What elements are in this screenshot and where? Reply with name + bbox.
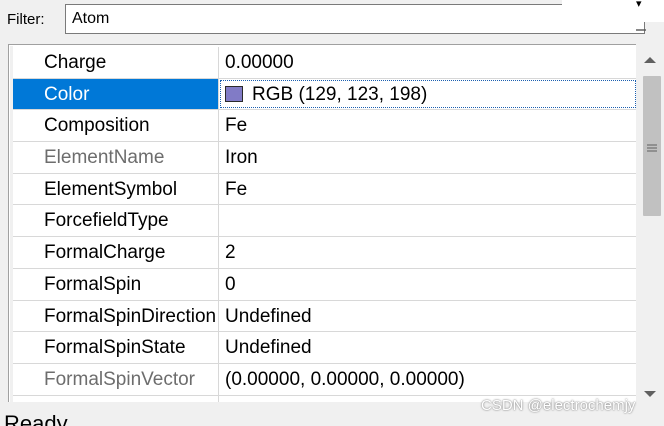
property-row[interactable]: FormalCharge 2: [13, 237, 637, 269]
property-value-text: 0: [225, 273, 236, 295]
property-name[interactable]: FormalSpinState: [13, 332, 219, 363]
property-value-text: Undefined: [225, 305, 312, 327]
overlay-panel: ▾: [562, 0, 664, 22]
filter-bar: Filter: Atom ▾: [0, 0, 664, 42]
property-name[interactable]: Color: [13, 78, 219, 110]
property-name[interactable]: FormalSpinDirection: [13, 300, 219, 332]
property-row[interactable]: FormalSpinDirection Undefined: [13, 300, 637, 333]
property-row[interactable]: Charge 0.00000: [13, 47, 637, 79]
property-value[interactable]: Undefined: [219, 301, 637, 332]
property-name[interactable]: Charge: [13, 47, 219, 78]
property-value[interactable]: RGB (129, 123, 198): [219, 79, 637, 110]
property-name[interactable]: Composition: [13, 110, 219, 142]
property-row[interactable]: FormalSpin 0: [13, 268, 637, 301]
property-value: (0.00000, 0.00000, 0.00000): [219, 364, 637, 395]
property-row[interactable]: ElementName Iron: [13, 142, 637, 174]
property-name[interactable]: ElementSymbol: [13, 173, 219, 205]
filter-label: Filter:: [7, 11, 45, 28]
property-value-text: 2: [225, 242, 236, 264]
arrow-up-icon[interactable]: [636, 48, 664, 72]
property-value[interactable]: Fe: [219, 174, 637, 205]
filter-input[interactable]: Atom: [65, 4, 645, 34]
property-value-text: 0.00000: [225, 52, 294, 73]
overlay-mark: ▾: [636, 0, 642, 10]
property-value-text: Iron: [225, 147, 258, 169]
property-value-text: (0.00000, 0.00000, 0.00000): [225, 368, 465, 390]
property-value[interactable]: 0: [219, 269, 637, 300]
property-value[interactable]: Fe: [219, 110, 637, 141]
property-row[interactable]: FormalSpinState Undefined: [13, 332, 637, 364]
property-value-text: Fe: [225, 115, 248, 137]
property-name[interactable]: FormalSpinVector: [13, 363, 219, 395]
property-value-text: Undefined: [225, 337, 312, 359]
grip-icon: [647, 144, 657, 152]
property-value[interactable]: 0.00000: [219, 47, 637, 78]
watermark: CSDN @electrochemjy: [481, 397, 636, 414]
property-name[interactable]: ElementName: [13, 142, 219, 173]
scrollbar-thumb[interactable]: [643, 76, 661, 216]
property-value-text: Fe: [225, 178, 248, 200]
property-row[interactable]: Composition Fe: [13, 110, 637, 143]
property-value[interactable]: 2: [219, 237, 637, 268]
property-row[interactable]: ElementSymbol Fe: [13, 173, 637, 206]
property-value[interactable]: [219, 205, 637, 236]
property-value[interactable]: Undefined: [219, 332, 637, 363]
property-name[interactable]: ForcefieldType: [13, 205, 219, 237]
color-swatch: [225, 85, 243, 102]
property-name[interactable]: FormalCharge: [13, 237, 219, 268]
property-name[interactable]: FormalSpin: [13, 268, 219, 300]
vertical-scrollbar[interactable]: [636, 44, 664, 402]
property-row[interactable]: Color RGB (129, 123, 198): [13, 78, 637, 111]
property-value: Iron: [219, 142, 637, 173]
property-row[interactable]: FormalSpinVector (0.00000, 0.00000, 0.000…: [13, 363, 637, 396]
property-rows: Charge 0.00000 Color RGB (129, 123, 198) Com…: [13, 47, 637, 403]
property-row[interactable]: ForcefieldType: [13, 205, 637, 238]
property-grid: Charge 0.00000 Color RGB (129, 123, 198) Com…: [8, 44, 664, 403]
status-text: Ready: [4, 411, 68, 426]
property-value-text: RGB (129, 123, 198): [252, 83, 428, 105]
